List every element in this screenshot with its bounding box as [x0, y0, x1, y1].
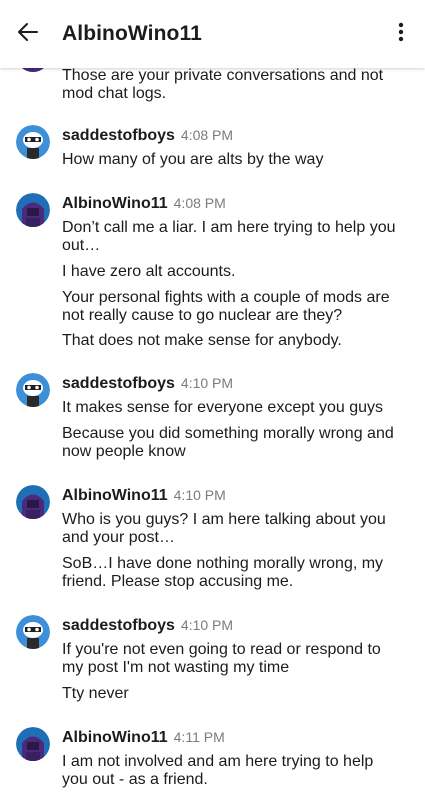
message-text: SoB…I have done nothing morally wrong, m…	[62, 555, 384, 590]
username[interactable]: AlbinoWino11	[62, 487, 168, 505]
timestamp: 4:10 PM	[180, 375, 234, 391]
avatar[interactable]	[16, 125, 50, 159]
message-meta: saddestofboys 4:10 PM	[62, 375, 233, 393]
message-feed[interactable]: Those are your private conversations and…	[0, 0, 425, 800]
message-text: That does not make sense for anybody.	[62, 332, 342, 349]
username[interactable]: saddestofboys	[62, 375, 175, 393]
timestamp: 4:10 PM	[180, 617, 234, 633]
message-meta: AlbinoWino11 4:11 PM	[62, 729, 225, 747]
message-text: Don’t call me a liar. I am here trying t…	[62, 219, 396, 254]
timestamp: 4:10 PM	[173, 487, 226, 503]
chat-title: AlbinoWino11	[62, 22, 202, 45]
message-meta: saddestofboys 4:08 PM	[62, 127, 233, 145]
message-text: Those are your private conversations and…	[62, 67, 384, 102]
timestamp: 4:08 PM	[180, 127, 234, 143]
username[interactable]: AlbinoWino11	[62, 195, 168, 213]
message-meta: saddestofboys 4:10 PM	[62, 617, 233, 635]
message-text: I am not involved and am here trying to …	[62, 753, 374, 788]
message-text: Your personal fights with a couple of mo…	[62, 289, 390, 324]
more-options-button[interactable]	[377, 0, 425, 68]
chat-header: AlbinoWino11	[0, 0, 425, 68]
message-text: Because you did something morally wrong …	[62, 425, 394, 460]
username[interactable]: saddestofboys	[62, 617, 175, 635]
timestamp: 4:08 PM	[173, 195, 226, 211]
message-text: Who is you guys? I am here talking about…	[62, 511, 386, 546]
avatar[interactable]	[16, 193, 50, 227]
avatar[interactable]	[16, 615, 50, 649]
message-text: If you're not even going to read or resp…	[62, 641, 381, 676]
message-text: Tty never	[62, 685, 129, 702]
message-meta: AlbinoWino11 4:10 PM	[62, 487, 226, 505]
message-text: I have zero alt accounts.	[62, 263, 236, 280]
back-button[interactable]	[0, 0, 56, 68]
avatar[interactable]	[16, 727, 50, 761]
message-text: How many of you are alts by the way	[62, 151, 324, 168]
more-vertical-icon	[398, 22, 404, 47]
message-meta: AlbinoWino11 4:08 PM	[62, 195, 226, 213]
avatar[interactable]	[16, 485, 50, 519]
username[interactable]: AlbinoWino11	[62, 729, 168, 747]
avatar[interactable]	[16, 373, 50, 407]
message-text: It makes sense for everyone except you g…	[62, 399, 384, 416]
arrow-left-icon	[16, 20, 40, 49]
timestamp: 4:11 PM	[173, 729, 225, 745]
username[interactable]: saddestofboys	[62, 127, 175, 145]
